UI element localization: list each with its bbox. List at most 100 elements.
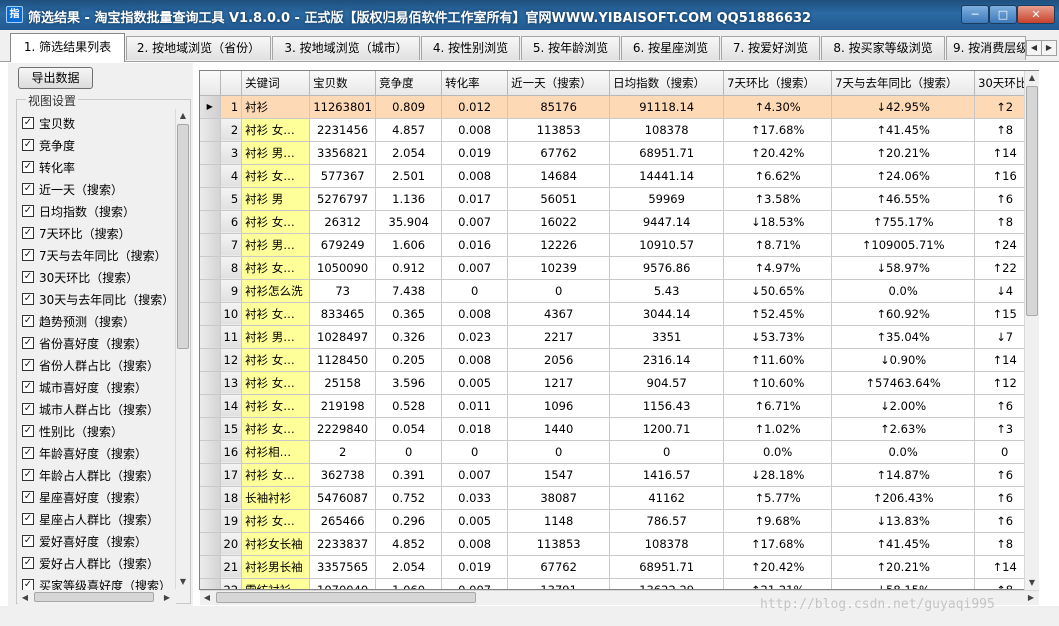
cell-7day-mom[interactable]: ↑9.68%	[723, 509, 833, 533]
checkbox[interactable]: ✓	[22, 469, 34, 481]
row-selector[interactable]: ▶	[200, 95, 221, 119]
row-selector[interactable]	[200, 509, 221, 533]
cell-item-count[interactable]: 3357565	[309, 555, 377, 579]
table-row[interactable]: 10 衬衫 女… 833465 0.365 0.008 4367 3044.14 ↑52.45…	[200, 302, 1036, 326]
cell-competition[interactable]: 0.054	[375, 417, 443, 441]
cell-item-count[interactable]: 25158	[309, 371, 377, 395]
checkbox[interactable]: ✓	[22, 205, 34, 217]
cell-competition[interactable]: 35.904	[375, 210, 443, 234]
cell-item-count[interactable]: 5476087	[309, 486, 377, 510]
checkbox[interactable]: ✓	[22, 249, 34, 261]
row-selector[interactable]	[200, 164, 221, 188]
cell-daily-avg[interactable]: 786.57	[609, 509, 725, 533]
tab-constellation[interactable]: 6. 按星座浏览	[621, 36, 720, 60]
cell-7day-yoy[interactable]: ↓2.00%	[831, 394, 976, 418]
table-row[interactable]: 12 衬衫 女… 1128450 0.205 0.008 2056 2316.14 ↑11.6…	[200, 348, 1036, 372]
cell-keyword[interactable]: 衬衫 男…	[241, 325, 311, 349]
options-vertical-scrollbar[interactable]: ▲ ▼	[175, 109, 189, 589]
cell-7day-yoy[interactable]: ↓58.15%	[831, 578, 976, 589]
cell-last-day[interactable]: 12226	[507, 233, 611, 257]
cell-competition[interactable]: 1.136	[375, 187, 443, 211]
cell-keyword[interactable]: 雪纺衬衫	[241, 578, 311, 589]
cell-item-count[interactable]: 2233837	[309, 532, 377, 556]
scroll-right-icon[interactable]: ▶	[160, 591, 174, 604]
cell-daily-avg[interactable]: 904.57	[609, 371, 725, 395]
scroll-down-icon[interactable]: ▼	[176, 575, 190, 589]
view-option-item[interactable]: ✓ 年龄喜好度（搜索）	[22, 442, 172, 464]
cell-7day-mom[interactable]: ↑1.02%	[723, 417, 833, 441]
row-selector[interactable]	[200, 187, 221, 211]
cell-item-count[interactable]: 833465	[309, 302, 377, 326]
cell-daily-avg[interactable]: 3044.14	[609, 302, 725, 326]
close-button[interactable]: ✕	[1017, 5, 1055, 24]
tab-age[interactable]: 5. 按年龄浏览	[521, 36, 620, 60]
cell-competition[interactable]: 3.596	[375, 371, 443, 395]
view-option-item[interactable]: ✓ 爱好喜好度（搜索）	[22, 530, 172, 552]
view-option-item[interactable]: ✓ 竞争度	[22, 134, 172, 156]
cell-daily-avg[interactable]: 9447.14	[609, 210, 725, 234]
table-row[interactable]: 17 衬衫 女… 362738 0.391 0.007 1547 1416.57 ↓28.18…	[200, 463, 1036, 487]
scroll-thumb[interactable]	[177, 124, 189, 349]
table-row[interactable]: 4 衬衫 女… 577367 2.501 0.008 14684 14441.14 ↑6.62…	[200, 164, 1036, 188]
cell-conversion[interactable]: 0.008	[441, 118, 509, 142]
row-selector[interactable]	[200, 210, 221, 234]
cell-last-day[interactable]: 56051	[507, 187, 611, 211]
checkbox[interactable]: ✓	[22, 117, 34, 129]
cell-item-count[interactable]: 11263801	[309, 95, 377, 119]
cell-7day-mom[interactable]: ↑6.71%	[723, 394, 833, 418]
checkbox[interactable]: ✓	[22, 535, 34, 547]
cell-7day-mom[interactable]: ↑17.68%	[723, 118, 833, 142]
table-row[interactable]: 20 衬衫女长袖 2233837 4.852 0.008 113853 108378 ↑17.…	[200, 532, 1036, 556]
row-selector[interactable]	[200, 532, 221, 556]
row-selector[interactable]	[200, 578, 221, 589]
cell-7day-mom[interactable]: ↑8.71%	[723, 233, 833, 257]
column-header-conversion[interactable]: 转化率	[441, 71, 509, 96]
cell-competition[interactable]: 7.438	[375, 279, 443, 303]
cell-7day-yoy[interactable]: ↑41.45%	[831, 118, 976, 142]
cell-item-count[interactable]: 2231456	[309, 118, 377, 142]
tab-scroll-right-icon[interactable]: ▶	[1041, 40, 1057, 56]
cell-keyword[interactable]: 衬衫 女…	[241, 302, 311, 326]
table-row[interactable]: 7 衬衫 男… 679249 1.606 0.016 12226 10910.57 ↑8.71…	[200, 233, 1036, 257]
cell-conversion[interactable]: 0.012	[441, 95, 509, 119]
tab-hobby[interactable]: 7. 按爱好浏览	[721, 36, 820, 60]
cell-competition[interactable]: 4.852	[375, 532, 443, 556]
cell-keyword[interactable]: 长袖衬衫	[241, 486, 311, 510]
cell-item-count[interactable]: 265466	[309, 509, 377, 533]
cell-daily-avg[interactable]: 10910.57	[609, 233, 725, 257]
cell-keyword[interactable]: 衬衫 女…	[241, 463, 311, 487]
row-selector[interactable]	[200, 394, 221, 418]
cell-conversion[interactable]: 0.011	[441, 394, 509, 418]
column-header-item-count[interactable]: 宝贝数	[309, 71, 377, 96]
cell-last-day[interactable]: 10239	[507, 256, 611, 280]
column-header-last-day[interactable]: 近一天（搜索）	[507, 71, 611, 96]
checkbox[interactable]: ✓	[22, 183, 34, 195]
cell-competition[interactable]: 0.296	[375, 509, 443, 533]
view-option-item[interactable]: ✓ 7天环比（搜索）	[22, 222, 172, 244]
cell-competition[interactable]: 4.857	[375, 118, 443, 142]
cell-7day-mom[interactable]: ↓50.65%	[723, 279, 833, 303]
cell-7day-yoy[interactable]: 0.0%	[831, 440, 976, 464]
cell-conversion[interactable]: 0.007	[441, 256, 509, 280]
cell-daily-avg[interactable]: 9576.86	[609, 256, 725, 280]
cell-daily-avg[interactable]: 5.43	[609, 279, 725, 303]
cell-item-count[interactable]: 219198	[309, 394, 377, 418]
cell-keyword[interactable]: 衬衫怎么洗	[241, 279, 311, 303]
cell-conversion[interactable]: 0.007	[441, 578, 509, 589]
view-option-item[interactable]: ✓ 7天与去年同比（搜索）	[22, 244, 172, 266]
row-selector[interactable]	[200, 371, 221, 395]
view-option-item[interactable]: ✓ 转化率	[22, 156, 172, 178]
checkbox[interactable]: ✓	[22, 161, 34, 173]
cell-keyword[interactable]: 衬衫 女…	[241, 417, 311, 441]
row-selector[interactable]	[200, 417, 221, 441]
cell-conversion[interactable]: 0.017	[441, 187, 509, 211]
cell-keyword[interactable]: 衬衫 女…	[241, 371, 311, 395]
view-option-item[interactable]: ✓ 宝贝数	[22, 112, 172, 134]
cell-competition[interactable]: 0.912	[375, 256, 443, 280]
checkbox[interactable]: ✓	[22, 359, 34, 371]
cell-daily-avg[interactable]: 108378	[609, 118, 725, 142]
cell-7day-yoy[interactable]: ↑20.21%	[831, 555, 976, 579]
table-row[interactable]: 16 衬衫相… 2 0 0 0 0 0.0% 0.0% 0	[200, 440, 1036, 464]
cell-item-count[interactable]: 5276797	[309, 187, 377, 211]
options-horizontal-scrollbar[interactable]: ◀ ▶	[18, 591, 176, 604]
